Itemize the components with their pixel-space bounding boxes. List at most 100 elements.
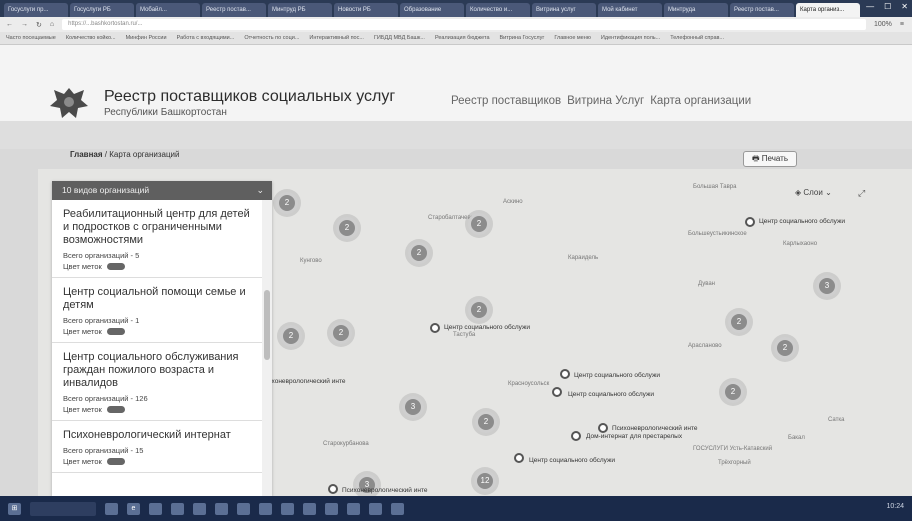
org-type-count: Всего организаций - 5 [63, 251, 140, 260]
browser-tab[interactable]: Реестр постав... [730, 3, 794, 17]
breadcrumb-home[interactable]: Главная [70, 150, 103, 159]
map-cluster[interactable]: 2 [475, 411, 497, 433]
map-cluster[interactable]: 2 [728, 311, 750, 333]
address-bar-row: ← → ↻ ⌂ https://...bashkortostan.ru/... … [0, 17, 912, 32]
print-button[interactable]: 🖶 Печать [743, 151, 797, 167]
map-pin-icon[interactable] [514, 453, 524, 463]
map-pin-label: Центр социального обслужи [568, 391, 654, 398]
nav-services[interactable]: Витрина Услуг [567, 95, 644, 107]
map-pin-icon[interactable] [560, 369, 570, 379]
org-type-name: Реабилитационный центр для детей и подро… [63, 208, 250, 246]
browser-tab[interactable]: Минтруд РБ [268, 3, 332, 17]
chevron-down-icon[interactable]: ⌄ [256, 181, 264, 200]
reload-icon[interactable]: ↻ [36, 21, 42, 29]
map-cluster[interactable]: 2 [468, 213, 490, 235]
bookmark[interactable]: Главное меню [554, 35, 591, 41]
home-icon[interactable]: ⌂ [50, 21, 54, 28]
close-icon[interactable]: ✕ [901, 2, 908, 11]
map-cluster[interactable]: 2 [774, 337, 796, 359]
browser-tab[interactable]: Минтруда [664, 3, 728, 17]
browser-tab[interactable]: Реестр постав... [202, 3, 266, 17]
layers-button[interactable]: ◈ Слои ⌄ [795, 188, 832, 197]
browser-tab[interactable]: Госуслуги пр... [4, 3, 68, 17]
start-icon[interactable]: ⊞ [8, 502, 21, 515]
maximize-icon[interactable]: ☐ [884, 2, 891, 11]
minimize-icon[interactable]: — [866, 2, 874, 11]
panel-scrollbar[interactable] [262, 200, 272, 496]
map-cluster[interactable]: 2 [336, 217, 358, 239]
map-cluster[interactable]: 3 [816, 275, 838, 297]
map-cluster[interactable]: 2 [408, 242, 430, 264]
org-type-item[interactable]: Центр социальной помощи семье и детям Вс… [52, 278, 262, 343]
app-icon[interactable] [369, 502, 382, 515]
marker-color-swatch[interactable] [106, 328, 125, 335]
app-icon[interactable] [281, 502, 294, 515]
app-icon[interactable] [347, 502, 360, 515]
bookmark[interactable]: ГИБДД МВД Башк... [374, 35, 425, 41]
map-pin-icon[interactable] [552, 387, 562, 397]
map-cluster[interactable]: 2 [468, 299, 490, 321]
task-view-icon[interactable] [105, 502, 118, 515]
browser-tab[interactable]: Госуслуги РБ [70, 3, 134, 17]
nav-registry[interactable]: Реестр поставщиков [451, 95, 561, 107]
app-icon[interactable] [259, 502, 272, 515]
map-cluster[interactable]: 2 [330, 322, 352, 344]
map-cluster[interactable]: 2 [276, 192, 298, 214]
browser-icon[interactable]: e [127, 502, 140, 515]
bookmark[interactable]: Интерактивный пос... [309, 35, 364, 41]
marker-color-swatch[interactable] [106, 458, 125, 465]
bookmark[interactable]: Отчетность по соци... [244, 35, 299, 41]
fullscreen-icon[interactable]: ⤢ [858, 188, 865, 199]
browser-tab[interactable]: Образование [400, 3, 464, 17]
app-icon[interactable] [303, 502, 316, 515]
bookmark[interactable]: Минфин России [126, 35, 167, 41]
app-icon[interactable] [237, 502, 250, 515]
map-pin-icon[interactable] [598, 423, 608, 433]
browser-tab-active[interactable]: Карта организ... [796, 3, 860, 17]
layers-icon: ◈ [795, 188, 802, 197]
org-type-item[interactable]: Психоневрологический интернат Всего орга… [52, 421, 262, 473]
app-icon[interactable] [391, 502, 404, 515]
menu-icon[interactable]: ≡ [900, 21, 904, 28]
url-input[interactable]: https://...bashkortostan.ru/... [62, 19, 866, 30]
map-cluster[interactable]: 3 [402, 396, 424, 418]
store-icon[interactable] [171, 502, 184, 515]
map-pin-icon[interactable] [328, 484, 338, 494]
bookmark[interactable]: Количество койко... [66, 35, 116, 41]
bookmark[interactable]: Часто посещаемые [6, 35, 56, 41]
browser-tab[interactable]: Количество и... [466, 3, 530, 17]
bookmark[interactable]: Работа с входящими... [177, 35, 235, 41]
map-pin-icon[interactable] [571, 431, 581, 441]
org-type-item[interactable]: Центр социального обслуживания граждан п… [52, 343, 262, 421]
bookmark[interactable]: Идентификация поль... [601, 35, 660, 41]
map-cluster[interactable]: 2 [280, 325, 302, 347]
back-icon[interactable]: ← [6, 21, 13, 28]
app-icon[interactable] [215, 502, 228, 515]
marker-color-label: Цвет меток [63, 262, 102, 271]
browser-tab[interactable]: Витрина услуг [532, 3, 596, 17]
panel-header[interactable]: 10 видов организаций ⌄ [52, 181, 272, 200]
browser-tab[interactable]: Мобайл... [136, 3, 200, 17]
file-explorer-icon[interactable] [149, 502, 162, 515]
scrollbar-thumb[interactable] [264, 290, 270, 360]
map-pin-icon[interactable] [430, 323, 440, 333]
app-icon[interactable] [325, 502, 338, 515]
map-place-label: Большеустьикинское [688, 231, 747, 237]
marker-color-swatch[interactable] [106, 263, 125, 270]
browser-tab[interactable]: Новости РБ [334, 3, 398, 17]
marker-color-swatch[interactable] [106, 406, 125, 413]
browser-tab[interactable]: Мой кабинет [598, 3, 662, 17]
forward-icon[interactable]: → [21, 21, 28, 28]
taskbar-search[interactable] [30, 501, 96, 516]
org-type-item[interactable]: Реабилитационный центр для детей и подро… [52, 200, 262, 278]
map-pin-label: Центр социального обслужи [444, 324, 530, 331]
map-cluster[interactable]: 2 [722, 381, 744, 403]
nav-map[interactable]: Карта организации [650, 95, 751, 107]
mail-icon[interactable] [193, 502, 206, 515]
bookmark[interactable]: Реализация бюджета [435, 35, 490, 41]
map-cluster[interactable]: 12 [474, 470, 496, 492]
bookmark[interactable]: Витрина Госуслуг [500, 35, 545, 41]
map-pin-icon[interactable] [745, 217, 755, 227]
marker-color-label: Цвет меток [63, 327, 102, 336]
bookmark[interactable]: Телефонный справ... [670, 35, 724, 41]
